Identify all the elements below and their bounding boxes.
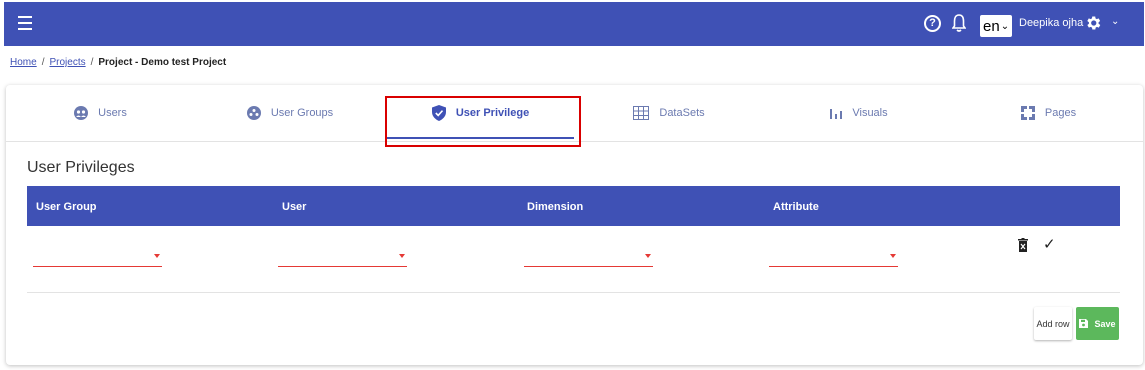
tab-label: User Groups <box>270 107 334 119</box>
main-card: Users User Groups User Privilege DataSet… <box>6 85 1143 365</box>
trash-icon[interactable] <box>1018 238 1028 252</box>
breadcrumb: Home / Projects / Project - Demo test Projec… <box>10 57 226 68</box>
confirm-check-icon[interactable]: ✓ <box>1043 235 1056 253</box>
attribute-select[interactable] <box>769 247 898 267</box>
language-value: en <box>983 17 1000 35</box>
gear-icon[interactable] <box>1084 14 1102 32</box>
dropdown-arrow-icon <box>154 254 160 258</box>
breadcrumb-separator: / <box>90 57 94 68</box>
user-select[interactable] <box>278 247 407 267</box>
column-header-user-group: User Group <box>36 201 97 213</box>
row-divider <box>27 292 1120 293</box>
column-header-user: User <box>282 201 307 213</box>
users-icon <box>74 106 89 120</box>
user-group-select[interactable] <box>33 247 162 267</box>
floppy-disk-icon <box>1079 319 1089 328</box>
save-button[interactable]: Save <box>1076 307 1119 340</box>
breadcrumb-projects[interactable]: Projects <box>49 57 85 68</box>
tab-label: DataSets <box>659 107 705 119</box>
column-header-attribute: Attribute <box>773 201 819 213</box>
user-menu-chevron-icon[interactable]: ⌄ <box>1111 16 1119 27</box>
breadcrumb-current: Project - Demo test Project <box>98 57 227 68</box>
breadcrumb-separator: / <box>41 57 45 68</box>
tab-pages[interactable]: Pages <box>954 85 1143 141</box>
bar-chart-icon <box>830 109 843 119</box>
dataset-icon <box>633 106 650 120</box>
breadcrumb-home[interactable]: Home <box>10 57 37 68</box>
dropdown-arrow-icon <box>399 254 405 258</box>
pages-icon <box>1020 106 1035 120</box>
table-header: User Group User Dimension Attribute <box>27 186 1120 226</box>
language-select[interactable]: en ⌄ <box>980 15 1013 37</box>
dimension-select[interactable] <box>524 247 653 267</box>
add-row-button[interactable]: Add row <box>1034 307 1072 340</box>
dropdown-arrow-icon <box>645 254 651 258</box>
chevron-down-icon: ⌄ <box>1000 20 1010 32</box>
tab-label: Pages <box>1044 107 1077 119</box>
dropdown-arrow-icon <box>890 254 896 258</box>
tab-datasets[interactable]: DataSets <box>574 85 764 141</box>
section-title: User Privileges <box>27 159 135 176</box>
active-tab-highlight <box>385 96 581 147</box>
tab-users[interactable]: Users <box>6 85 195 141</box>
help-icon[interactable]: ? <box>924 15 941 32</box>
user-groups-icon <box>246 106 261 120</box>
tab-user-groups[interactable]: User Groups <box>195 85 385 141</box>
tab-label: Users <box>98 107 127 119</box>
top-app-bar: ? en ⌄ Deepika ojha ⌄ <box>4 2 1144 46</box>
column-header-dimension: Dimension <box>527 201 584 213</box>
save-label: Save <box>1094 318 1116 329</box>
tab-visuals[interactable]: Visuals <box>764 85 954 141</box>
hamburger-menu-icon[interactable] <box>18 16 32 30</box>
bell-icon[interactable] <box>952 13 966 33</box>
user-name[interactable]: Deepika ojha <box>1019 17 1083 29</box>
tab-label: Visuals <box>852 107 888 119</box>
